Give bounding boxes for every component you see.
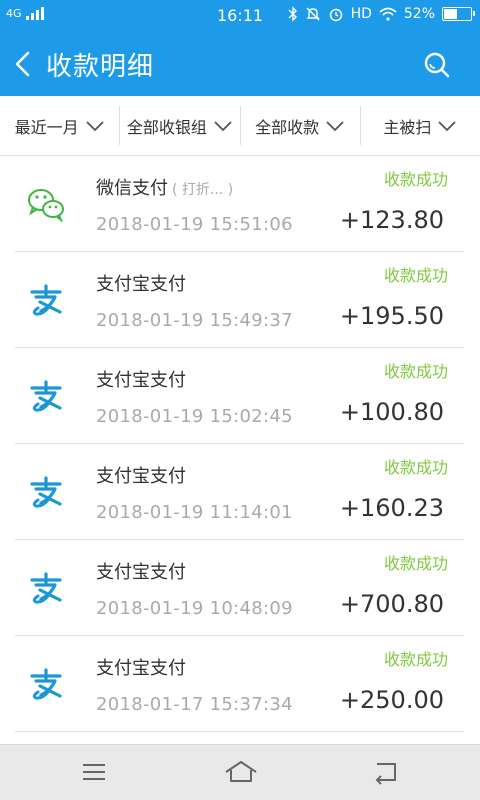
transaction-date: 2018-01-19 10:48:09	[96, 598, 293, 619]
alipay-icon	[26, 282, 66, 318]
status-bar: 4G 16:11 HD 52%	[0, 0, 480, 32]
bluetooth-icon	[288, 6, 297, 22]
transaction-date: 2018-01-19 15:49:37	[96, 310, 293, 331]
transaction-row[interactable]: 微信支付( 打折... ) 2018-01-19 15:51:06 收款成功 +…	[0, 156, 480, 252]
filter-payment-type[interactable]: 全部收款	[241, 106, 361, 145]
transaction-amount: +700.80	[339, 590, 444, 618]
transaction-row[interactable]: 支付宝支付 2018-01-19 15:49:37 收款成功 +195.50	[0, 252, 480, 348]
transaction-row[interactable]: 支付宝支付 2018-01-19 11:14:01 收款成功 +160.23	[0, 444, 480, 540]
battery-text: 52%	[403, 6, 435, 22]
battery-fill	[444, 9, 457, 19]
chevron-down-icon	[85, 120, 104, 131]
back-nav-button[interactable]	[371, 759, 401, 785]
filter-label: 主被扫	[383, 117, 432, 137]
hd-indicator: HD	[350, 6, 372, 22]
wifi-icon	[379, 7, 397, 21]
transaction-row[interactable]: 支付宝支付 2018-01-19 15:02:45 收款成功 +100.80	[0, 348, 480, 444]
filter-label: 全部收银组	[126, 117, 207, 137]
chevron-down-icon	[438, 120, 457, 131]
transaction-row[interactable]: 支付宝支付 2018-01-19 10:48:09 收款成功 +700.80	[0, 540, 480, 636]
payment-method: 支付宝支付	[96, 658, 186, 679]
system-nav-bar	[0, 744, 480, 800]
transaction-date: 2018-01-19 11:14:01	[96, 502, 293, 523]
app-header: 收款明细	[0, 32, 480, 96]
filter-time-range[interactable]: 最近一月	[0, 106, 121, 145]
alarm-icon	[329, 8, 342, 22]
filter-label: 全部收款	[255, 117, 320, 137]
alipay-icon	[26, 666, 66, 702]
payment-method: 支付宝支付	[96, 274, 186, 295]
alipay-icon	[26, 474, 66, 510]
menu-button[interactable]	[79, 759, 109, 785]
payment-note: ( 打折... )	[172, 182, 234, 198]
payment-method-label: 微信支付	[96, 178, 168, 199]
chevron-down-icon	[326, 120, 344, 131]
transaction-date: 2018-01-19 15:51:06	[96, 214, 293, 235]
payment-method: 支付宝支付	[96, 562, 186, 583]
return-icon	[375, 763, 396, 785]
status-badge: 收款成功	[383, 458, 448, 477]
filter-cashier-group[interactable]: 全部收银组	[120, 106, 241, 145]
menu-icon	[83, 764, 105, 780]
payment-method: 支付宝支付	[96, 370, 186, 391]
alipay-icon	[26, 570, 66, 606]
transaction-date: 2018-01-19 15:02:45	[96, 406, 293, 427]
filter-scan-mode[interactable]: 主被扫	[361, 106, 480, 145]
wechat-pay-icon	[26, 186, 66, 224]
home-button[interactable]	[224, 759, 257, 785]
transaction-amount: +250.00	[339, 686, 444, 714]
filter-label: 最近一月	[14, 117, 79, 137]
battery-icon	[442, 7, 475, 21]
transaction-amount: +100.80	[339, 398, 444, 426]
status-badge: 收款成功	[383, 266, 448, 285]
chevron-left-icon	[15, 51, 30, 77]
payment-method: 微信支付( 打折... )	[96, 174, 233, 200]
transaction-amount: +195.50	[339, 302, 444, 330]
mute-bell-icon	[305, 7, 320, 21]
status-icons: HD 52%	[288, 6, 475, 22]
transaction-amount: +160.23	[339, 494, 444, 522]
search-icon	[424, 52, 450, 78]
filter-bar: 最近一月 全部收银组 全部收款 主被扫	[0, 96, 480, 156]
home-icon	[225, 761, 257, 782]
page-title: 收款明细	[46, 52, 155, 82]
status-badge: 收款成功	[383, 554, 448, 573]
transaction-row[interactable]: 支付宝支付 2018-01-17 15:37:34 收款成功 +250.00	[0, 636, 480, 732]
back-button[interactable]	[8, 44, 42, 84]
transaction-date: 2018-01-17 15:37:34	[96, 694, 293, 715]
search-button[interactable]	[420, 48, 454, 82]
chevron-down-icon	[214, 120, 232, 131]
status-badge: 收款成功	[383, 170, 448, 189]
transaction-list: 微信支付( 打折... ) 2018-01-19 15:51:06 收款成功 +…	[0, 156, 480, 744]
alipay-icon	[26, 378, 66, 414]
payment-method: 支付宝支付	[96, 466, 186, 487]
status-badge: 收款成功	[383, 650, 448, 669]
status-badge: 收款成功	[383, 362, 448, 381]
transaction-amount: +123.80	[339, 206, 444, 234]
